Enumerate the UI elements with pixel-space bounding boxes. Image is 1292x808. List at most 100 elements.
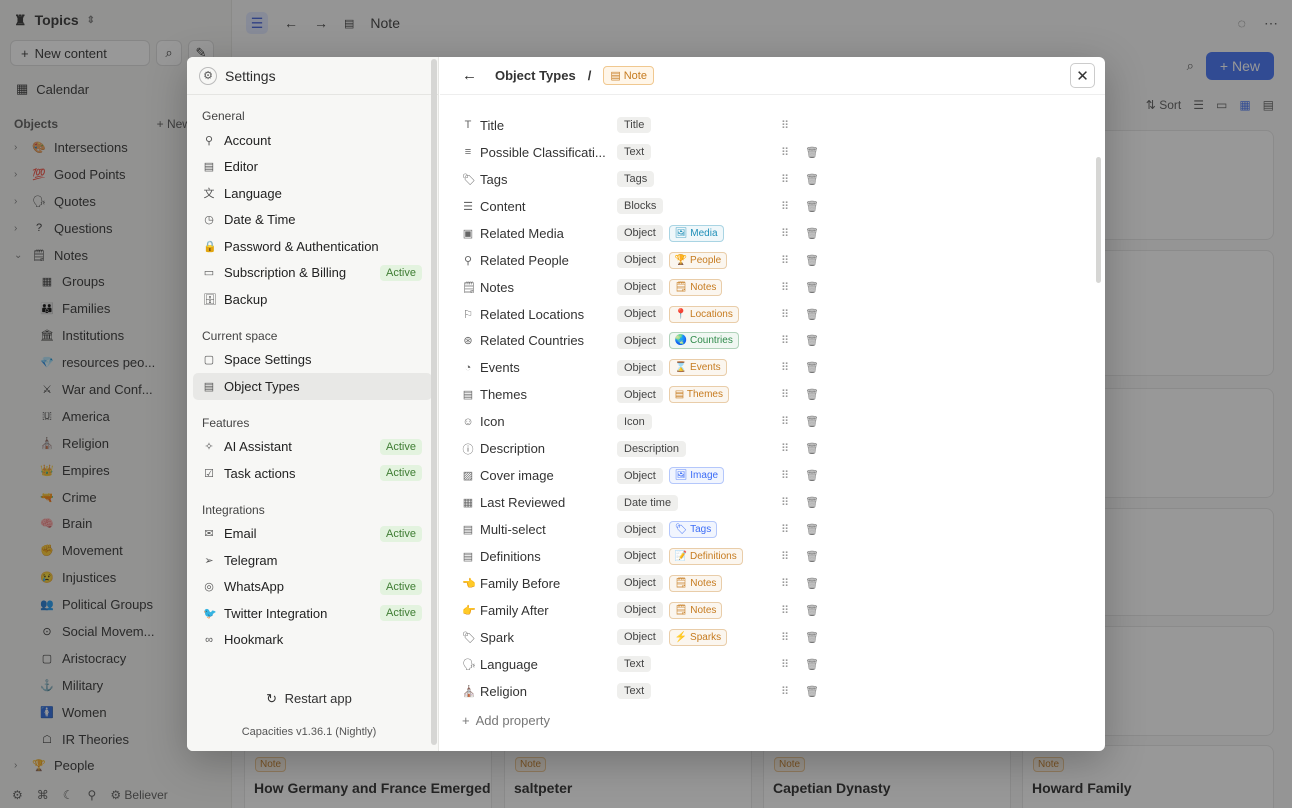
property-row[interactable]: ▤ Themes Object ▤ Themes ⠿ 🗑 bbox=[462, 381, 1022, 408]
trash-icon[interactable]: 🗑 bbox=[802, 496, 822, 509]
property-name[interactable]: Related Countries bbox=[480, 333, 616, 348]
restart-app-button[interactable]: ↻ Restart app bbox=[187, 691, 431, 707]
drag-handle-icon[interactable]: ⠿ bbox=[775, 550, 795, 563]
property-name[interactable]: Cover image bbox=[480, 468, 616, 483]
breadcrumb-object-types[interactable]: Object Types bbox=[495, 68, 576, 83]
settings-nav-item[interactable]: 🗄 Backup bbox=[193, 286, 432, 313]
target-type-chip[interactable]: 🏆 People bbox=[668, 251, 728, 269]
property-row[interactable]: ⚲ Related People Object 🏆 People ⠿ 🗑 bbox=[462, 247, 1022, 274]
property-row[interactable]: 👉 Family After Object 🗒 Notes ⠿ 🗑 bbox=[462, 597, 1022, 624]
settings-nav-item[interactable]: ☑ Task actions Active bbox=[193, 460, 432, 487]
property-name[interactable]: Last Reviewed bbox=[480, 495, 616, 510]
property-row[interactable]: T Title Title ⠿ bbox=[462, 112, 1022, 139]
property-row[interactable]: ◔ Events Object ⌛ Events ⠿ 🗑 bbox=[462, 354, 1022, 381]
add-property-button[interactable]: + Add property bbox=[462, 713, 550, 728]
settings-nav-item[interactable]: ✉ Email Active bbox=[193, 521, 432, 548]
property-name[interactable]: Content bbox=[480, 199, 616, 214]
property-name[interactable]: Title bbox=[480, 118, 616, 133]
trash-icon[interactable]: 🗑 bbox=[802, 388, 822, 401]
drag-handle-icon[interactable]: ⠿ bbox=[775, 308, 795, 321]
settings-nav-item[interactable]: ✧ AI Assistant Active bbox=[193, 434, 432, 461]
property-name[interactable]: Description bbox=[480, 441, 616, 456]
property-name[interactable]: Multi-select bbox=[480, 522, 616, 537]
settings-nav-item[interactable]: ▤ Editor bbox=[193, 154, 432, 181]
target-type-chip[interactable]: 🌏 Countries bbox=[668, 332, 739, 350]
property-name[interactable]: Themes bbox=[480, 387, 616, 402]
drag-handle-icon[interactable]: ⠿ bbox=[775, 146, 795, 159]
trash-icon[interactable]: 🗑 bbox=[802, 631, 822, 644]
property-name[interactable]: Icon bbox=[480, 414, 616, 429]
settings-nav-item[interactable]: ◷ Date & Time bbox=[193, 207, 432, 234]
drag-handle-icon[interactable]: ⠿ bbox=[775, 227, 795, 240]
drag-handle-icon[interactable]: ⠿ bbox=[775, 119, 795, 132]
target-type-chip[interactable]: 🏷 Tags bbox=[668, 521, 718, 539]
drag-handle-icon[interactable]: ⠿ bbox=[775, 685, 795, 698]
target-type-chip[interactable]: 🖼 Image bbox=[668, 467, 725, 485]
properties-scrollbar[interactable] bbox=[1096, 157, 1101, 283]
settings-nav-item[interactable]: ⚲ Account bbox=[193, 127, 432, 154]
trash-icon[interactable]: 🗑 bbox=[802, 308, 822, 321]
drag-handle-icon[interactable]: ⠿ bbox=[775, 469, 795, 482]
property-row[interactable]: ▤ Multi-select Object 🏷 Tags ⠿ 🗑 bbox=[462, 516, 1022, 543]
property-row[interactable]: ▨ Cover image Object 🖼 Image ⠿ 🗑 bbox=[462, 462, 1022, 489]
trash-icon[interactable]: 🗑 bbox=[802, 200, 822, 213]
settings-nav-item[interactable]: 🐦 Twitter Integration Active bbox=[193, 600, 432, 627]
property-name[interactable]: Events bbox=[480, 360, 616, 375]
property-row[interactable]: ⚐ Related Locations Object 📍 Locations ⠿ 🗑 bbox=[462, 301, 1022, 328]
settings-nav-item[interactable]: ∞ Hookmark bbox=[193, 627, 432, 654]
property-name[interactable]: Spark bbox=[480, 630, 616, 645]
drag-handle-icon[interactable]: ⠿ bbox=[775, 496, 795, 509]
trash-icon[interactable]: 🗑 bbox=[802, 173, 822, 186]
settings-scrollbar[interactable] bbox=[431, 59, 437, 745]
trash-icon[interactable]: 🗑 bbox=[802, 550, 822, 563]
property-name[interactable]: Religion bbox=[480, 684, 616, 699]
trash-icon[interactable]: 🗑 bbox=[802, 334, 822, 347]
trash-icon[interactable]: 🗑 bbox=[802, 442, 822, 455]
property-row[interactable]: ⛪ Religion Text ⠿ 🗑 bbox=[462, 678, 1022, 705]
property-name[interactable]: Language bbox=[480, 657, 616, 672]
property-row[interactable]: ≡ Possible Classificati... Text ⠿ 🗑 bbox=[462, 139, 1022, 166]
target-type-chip[interactable]: ⌛ Events bbox=[668, 359, 727, 377]
trash-icon[interactable]: 🗑 bbox=[802, 227, 822, 240]
property-name[interactable]: Related Media bbox=[480, 226, 616, 241]
trash-icon[interactable]: 🗑 bbox=[802, 604, 822, 617]
property-row[interactable]: ▣ Related Media Object 🖼 Media ⠿ 🗑 bbox=[462, 220, 1022, 247]
property-name[interactable]: Related People bbox=[480, 253, 616, 268]
drag-handle-icon[interactable]: ⠿ bbox=[775, 631, 795, 644]
property-name[interactable]: Tags bbox=[480, 172, 616, 187]
drag-handle-icon[interactable]: ⠿ bbox=[775, 442, 795, 455]
trash-icon[interactable]: 🗑 bbox=[802, 415, 822, 428]
target-type-chip[interactable]: 🗒 Notes bbox=[668, 601, 723, 619]
target-type-chip[interactable]: 🗒 Notes bbox=[668, 278, 723, 296]
property-name[interactable]: Definitions bbox=[480, 549, 616, 564]
back-arrow-icon[interactable]: ← bbox=[462, 67, 477, 84]
property-row[interactable]: 🗒 Notes Object 🗒 Notes ⠿ 🗑 bbox=[462, 274, 1022, 301]
property-name[interactable]: Family After bbox=[480, 603, 616, 618]
drag-handle-icon[interactable]: ⠿ bbox=[775, 523, 795, 536]
property-row[interactable]: 🏷 Tags Tags ⠿ 🗑 bbox=[462, 166, 1022, 193]
property-row[interactable]: ⓘ Description Description ⠿ 🗑 bbox=[462, 435, 1022, 462]
target-type-chip[interactable]: 🖼 Media bbox=[668, 224, 724, 242]
target-type-chip[interactable]: ⚡ Sparks bbox=[668, 628, 728, 646]
drag-handle-icon[interactable]: ⠿ bbox=[775, 388, 795, 401]
drag-handle-icon[interactable]: ⠿ bbox=[775, 254, 795, 267]
settings-nav-item[interactable]: 🔒 Password & Authentication bbox=[193, 233, 432, 260]
settings-nav-item[interactable]: ▤ Object Types bbox=[193, 373, 432, 400]
trash-icon[interactable]: 🗑 bbox=[802, 361, 822, 374]
settings-nav-item[interactable]: 文 Language bbox=[193, 180, 432, 207]
drag-handle-icon[interactable]: ⠿ bbox=[775, 334, 795, 347]
settings-nav-item[interactable]: ◎ WhatsApp Active bbox=[193, 574, 432, 601]
drag-handle-icon[interactable]: ⠿ bbox=[775, 281, 795, 294]
close-button[interactable]: ✕ bbox=[1070, 63, 1095, 88]
drag-handle-icon[interactable]: ⠿ bbox=[775, 361, 795, 374]
settings-nav-item[interactable]: ➢ Telegram bbox=[193, 547, 432, 574]
property-name[interactable]: Family Before bbox=[480, 576, 616, 591]
property-row[interactable]: ▦ Last Reviewed Date time ⠿ 🗑 bbox=[462, 489, 1022, 516]
drag-handle-icon[interactable]: ⠿ bbox=[775, 200, 795, 213]
trash-icon[interactable]: 🗑 bbox=[802, 523, 822, 536]
property-row[interactable]: 👈 Family Before Object 🗒 Notes ⠿ 🗑 bbox=[462, 570, 1022, 597]
property-name[interactable]: Notes bbox=[480, 280, 616, 295]
trash-icon[interactable]: 🗑 bbox=[802, 469, 822, 482]
drag-handle-icon[interactable]: ⠿ bbox=[775, 604, 795, 617]
property-name[interactable]: Possible Classificati... bbox=[480, 145, 616, 160]
